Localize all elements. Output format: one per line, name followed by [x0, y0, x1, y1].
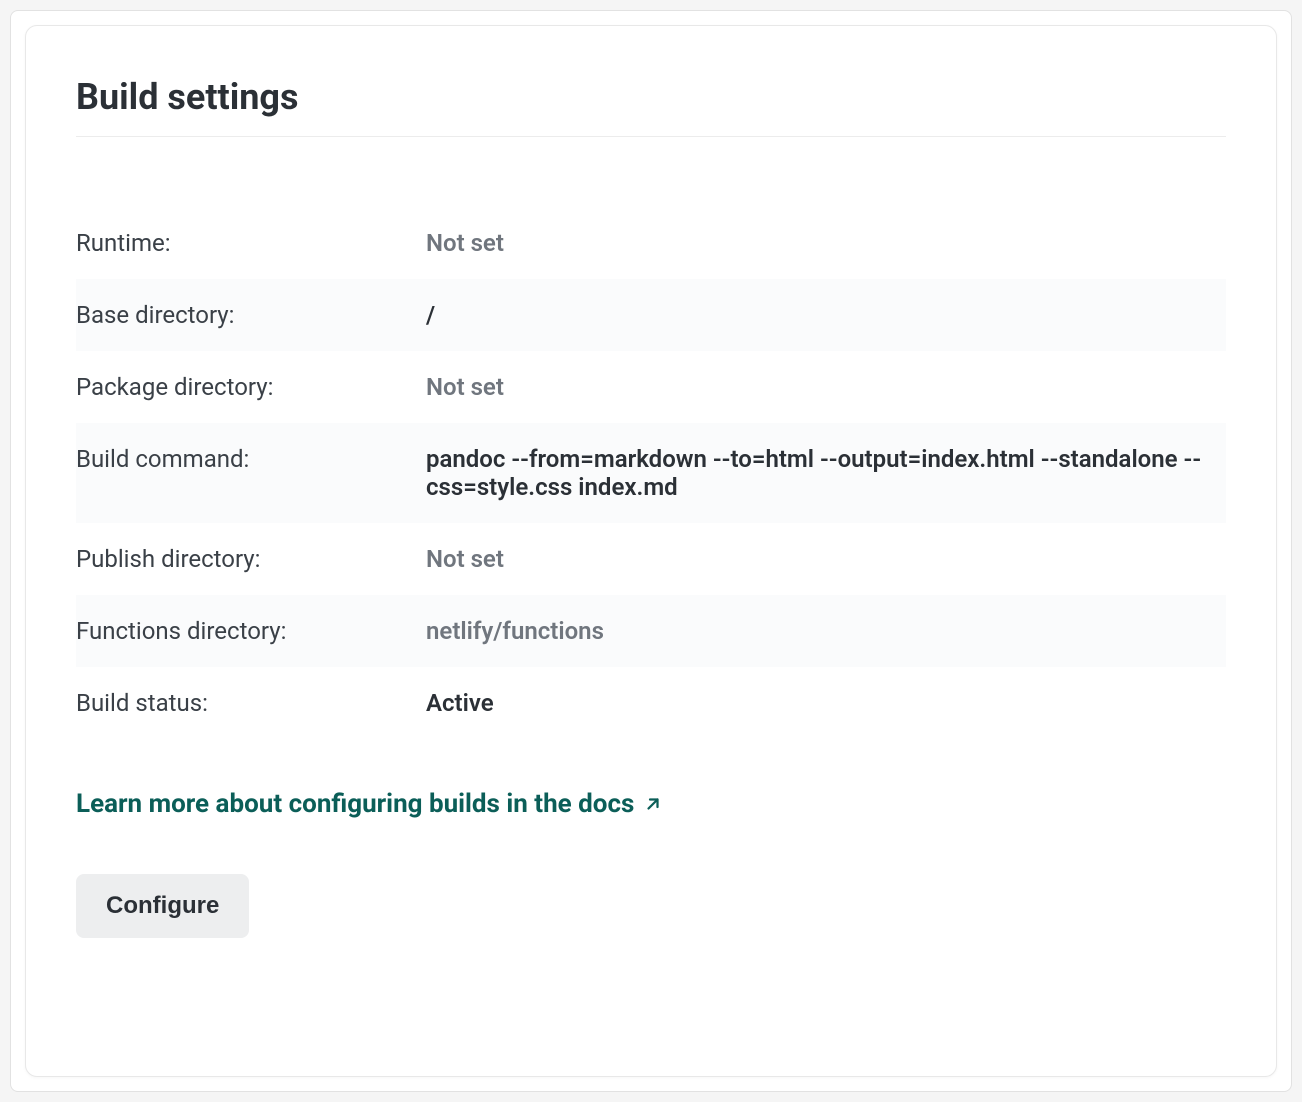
setting-value: /: [426, 301, 455, 329]
setting-label: Functions directory:: [76, 617, 426, 645]
setting-label: Package directory:: [76, 373, 426, 401]
setting-row-build-status: Build status: Active: [76, 667, 1226, 739]
card-title: Build settings: [76, 76, 1226, 137]
configure-button[interactable]: Configure: [76, 874, 249, 938]
docs-link[interactable]: Learn more about configuring builds in t…: [76, 789, 662, 819]
setting-label: Build command:: [76, 445, 426, 473]
setting-row-functions-directory: Functions directory: netlify/functions: [76, 595, 1226, 667]
setting-value: Active: [426, 689, 514, 717]
setting-value: netlify/functions: [426, 617, 624, 645]
setting-label: Publish directory:: [76, 545, 426, 573]
setting-label: Build status:: [76, 689, 426, 717]
outer-container: Build settings Runtime: Not set Base dir…: [10, 10, 1292, 1092]
build-settings-card: Build settings Runtime: Not set Base dir…: [25, 25, 1277, 1077]
setting-value: Not set: [426, 373, 524, 401]
setting-value: Not set: [426, 545, 524, 573]
setting-row-publish-directory: Publish directory: Not set: [76, 523, 1226, 595]
external-link-icon: [644, 795, 662, 813]
setting-value: pandoc --from=markdown --to=html --outpu…: [426, 445, 1226, 501]
setting-row-runtime: Runtime: Not set: [76, 207, 1226, 279]
setting-value: Not set: [426, 229, 524, 257]
setting-row-base-directory: Base directory: /: [76, 279, 1226, 351]
docs-link-text: Learn more about configuring builds in t…: [76, 789, 634, 819]
setting-row-package-directory: Package directory: Not set: [76, 351, 1226, 423]
setting-label: Runtime:: [76, 229, 426, 257]
setting-label: Base directory:: [76, 301, 426, 329]
settings-list: Runtime: Not set Base directory: / Packa…: [76, 207, 1226, 739]
setting-row-build-command: Build command: pandoc --from=markdown --…: [76, 423, 1226, 523]
